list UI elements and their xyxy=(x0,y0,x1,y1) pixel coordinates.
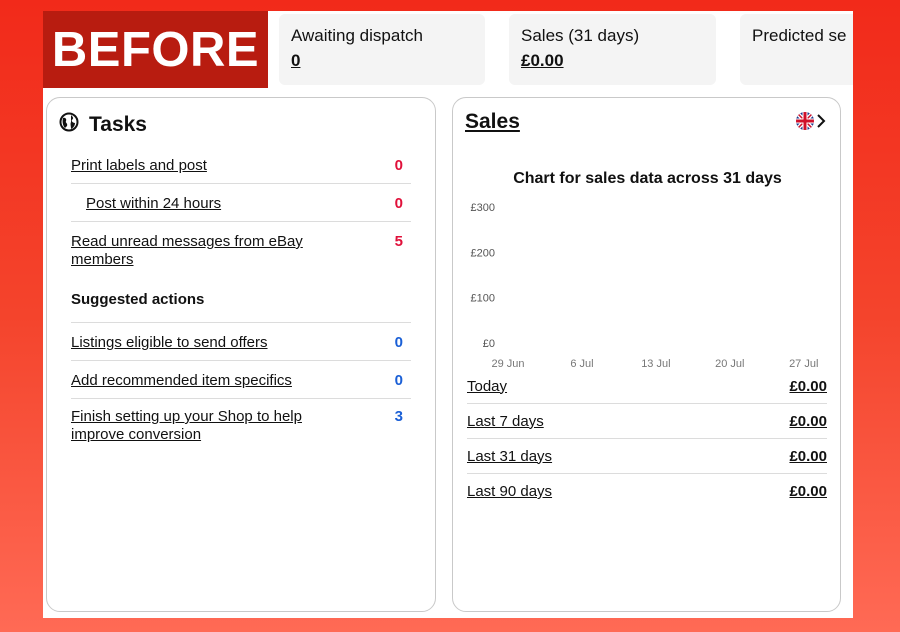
task-row[interactable]: Post within 24 hours 0 xyxy=(71,184,411,222)
task-link-item-specifics[interactable]: Add recommended item specifics xyxy=(71,372,292,390)
sales-panel: Sales Chart for sales data across 31 day… xyxy=(452,97,841,612)
tasks-header: Tasks xyxy=(59,112,147,137)
y-tick-label: £0 xyxy=(483,338,495,350)
page-canvas: BEFORE Awaiting dispatch 0 Sales (31 day… xyxy=(43,11,853,618)
task-link-finish-shop-setup[interactable]: Finish setting up your Shop to help impr… xyxy=(71,408,331,444)
task-row[interactable]: Listings eligible to send offers 0 xyxy=(71,323,411,361)
before-badge: BEFORE xyxy=(43,11,268,88)
stat-card-awaiting-dispatch[interactable]: Awaiting dispatch 0 xyxy=(279,14,485,85)
period-link-last-90-days[interactable]: Last 90 days xyxy=(467,483,552,500)
period-row[interactable]: Today £0.00 xyxy=(467,369,827,404)
period-value[interactable]: £0.00 xyxy=(789,448,827,465)
stat-value-link[interactable]: 0 xyxy=(291,51,473,71)
stat-label: Sales (31 days) xyxy=(521,26,640,45)
sales-region-nav[interactable] xyxy=(796,112,826,135)
task-link-unread-messages[interactable]: Read unread messages from eBay members xyxy=(71,233,331,269)
task-row[interactable]: Add recommended item specifics 0 xyxy=(71,361,411,399)
stat-value-link[interactable]: £0.00 xyxy=(521,51,704,71)
task-count: 0 xyxy=(394,334,403,351)
task-link-post-within-24h[interactable]: Post within 24 hours xyxy=(71,195,221,213)
y-tick-label: £100 xyxy=(471,293,495,305)
stat-card-predicted-sales[interactable]: Predicted se xyxy=(740,14,853,85)
sales-chart: £300£200£100£029 Jun 6 Jul 13 Jul 20 Jul 27 … xyxy=(471,202,819,370)
sales-title-link[interactable]: Sales xyxy=(465,110,520,134)
stat-label: Awaiting dispatch xyxy=(291,26,423,45)
period-link-last-7-days[interactable]: Last 7 days xyxy=(467,413,544,430)
period-row[interactable]: Last 90 days £0.00 xyxy=(467,474,827,509)
globe-icon xyxy=(59,112,79,137)
period-link-today[interactable]: Today xyxy=(467,378,507,395)
suggested-actions-heading: Suggested actions xyxy=(71,277,411,323)
stat-card-sales-31-days[interactable]: Sales (31 days) £0.00 xyxy=(509,14,716,85)
task-count: 0 xyxy=(394,372,403,389)
task-row[interactable]: Read unread messages from eBay members 5 xyxy=(71,222,411,277)
period-row[interactable]: Last 7 days £0.00 xyxy=(467,404,827,439)
stat-label: Predicted se xyxy=(752,26,847,45)
chevron-right-icon[interactable] xyxy=(816,113,826,134)
task-count: 0 xyxy=(394,157,403,174)
task-count: 3 xyxy=(394,408,403,425)
period-row[interactable]: Last 31 days £0.00 xyxy=(467,439,827,474)
task-count: 0 xyxy=(394,195,403,212)
period-value[interactable]: £0.00 xyxy=(789,413,827,430)
period-value[interactable]: £0.00 xyxy=(789,378,827,395)
task-link-send-offers[interactable]: Listings eligible to send offers xyxy=(71,334,268,352)
tasks-title: Tasks xyxy=(89,112,147,136)
tasks-panel: Tasks Print labels and post 0 Post withi… xyxy=(46,97,436,612)
task-count: 5 xyxy=(394,233,403,250)
period-list: Today £0.00 Last 7 days £0.00 Last 31 da… xyxy=(467,369,827,509)
task-link-print-labels[interactable]: Print labels and post xyxy=(71,157,207,175)
y-tick-label: £300 xyxy=(471,202,495,214)
task-row[interactable]: Print labels and post 0 xyxy=(71,146,411,184)
y-tick-label: £200 xyxy=(471,247,495,259)
uk-flag-icon[interactable] xyxy=(796,112,814,135)
period-link-last-31-days[interactable]: Last 31 days xyxy=(467,448,552,465)
chart-title: Chart for sales data across 31 days xyxy=(513,170,782,187)
period-value[interactable]: £0.00 xyxy=(789,483,827,500)
task-row[interactable]: Finish setting up your Shop to help impr… xyxy=(71,399,411,452)
task-list: Print labels and post 0 Post within 24 h… xyxy=(71,146,411,452)
